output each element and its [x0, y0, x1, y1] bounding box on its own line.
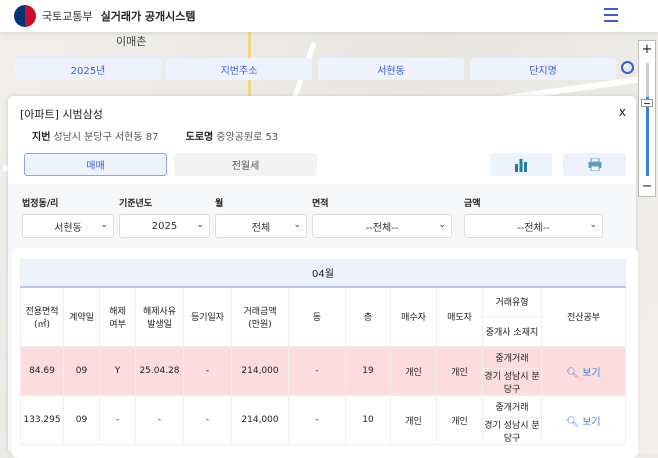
site-title[interactable]: 실거래가 공개시스템 [101, 8, 196, 24]
search-detail-icon: 🔍︎ [566, 367, 583, 379]
price-value: --전체-- [517, 222, 550, 234]
chevron-down-icon: ⌄ [438, 220, 446, 230]
table-row: 133.295 09 - - - 214,000 - 10 개인 개인 중개거래… [20, 395, 626, 445]
filter-label-dong: 법정동/리 [22, 199, 59, 209]
search-detail-icon: 🔍︎ [566, 416, 583, 428]
dong-select[interactable]: 서현동 ⌄ [22, 214, 114, 238]
road-value: 중앙공원로 53 [216, 132, 279, 143]
map-label: 이매촌 [116, 35, 147, 48]
cell-deal-type: 중개거래 [482, 346, 542, 369]
jibun-label: 지번 [32, 132, 51, 143]
cell-day: 09 [63, 395, 100, 445]
col-reg-date: 등기일자 [183, 286, 232, 347]
transactions-card: 04월 전용면적 (㎡) 계약일 해제 여부 해제사유 발생일 등기일자 거래금… [12, 248, 638, 458]
zoom-slider[interactable] [646, 63, 649, 176]
col-agent-location: 중개사 소재지 [482, 316, 542, 347]
view-label: 보기 [582, 367, 601, 379]
cell-seller: 개인 [436, 395, 483, 445]
zoom-control[interactable]: + − [638, 40, 656, 197]
col-registry: 전산공부 [541, 286, 626, 347]
cell-floor: 10 [345, 395, 391, 445]
col-price: 거래금액 (만원) [231, 286, 289, 347]
search-dong[interactable]: 서현동 [318, 58, 464, 80]
cell-day: 09 [63, 346, 100, 396]
price-select[interactable]: --전체-- ⌄ [464, 214, 603, 238]
search-address-type[interactable]: 지번주소 [166, 58, 312, 80]
cell-floor: 19 [345, 346, 391, 396]
printer-icon [588, 158, 601, 171]
col-area: 전용면적 (㎡) [20, 286, 64, 347]
col-dong: 동 [288, 286, 346, 347]
dong-value: 서현동 [54, 222, 82, 234]
filter-label-year: 기준년도 [119, 199, 153, 209]
chevron-down-icon: ⌄ [589, 220, 597, 230]
cell-cancel-date: 25.04.28 [135, 346, 184, 396]
month-select[interactable]: 전체 ⌄ [215, 214, 307, 238]
cell-reg-date: - [183, 346, 232, 396]
search-year[interactable]: 2025년 [15, 58, 161, 80]
col-deal-type: 거래유형 [482, 286, 542, 317]
detail-panel: [아파트] 시범삼성 x 지번 성남시 분당구 서현동 87 도로명 중앙공원로 5… [8, 96, 638, 458]
address-line: 지번 성남시 분당구 서현동 87 도로명 중앙공원로 53 [32, 128, 278, 143]
col-seller: 매도자 [436, 286, 483, 347]
print-button[interactable] [563, 153, 626, 176]
filter-label-price: 금액 [464, 199, 481, 209]
month-value: 전체 [251, 222, 271, 234]
cell-agent-location: 경기 성남시 분당구 [482, 368, 542, 396]
col-day: 계약일 [63, 286, 100, 347]
zoom-in-button[interactable]: + [639, 41, 655, 59]
col-buyer: 매수자 [390, 286, 437, 347]
chevron-down-icon: ⌄ [100, 220, 108, 230]
jibun-value: 성남시 분당구 서현동 87 [53, 132, 159, 143]
area-select[interactable]: --전체-- ⌄ [312, 214, 452, 238]
bar-chart-icon [515, 158, 527, 172]
cell-dong: - [288, 395, 346, 445]
cell-dong: - [288, 346, 346, 396]
view-registry-button[interactable]: 🔍︎ 보기 [541, 346, 626, 396]
panel-title: [아파트] 시범삼성 [20, 108, 103, 121]
filter-label-month: 월 [215, 199, 224, 209]
cell-cancel: Y [99, 346, 136, 396]
chevron-down-icon: ⌄ [293, 220, 301, 230]
cell-seller: 개인 [436, 346, 483, 396]
col-cancel: 해제 여부 [99, 286, 136, 347]
view-label: 보기 [582, 416, 601, 428]
col-cancel-date: 해제사유 발생일 [135, 286, 184, 347]
year-select[interactable]: 2025 ⌄ [119, 214, 210, 238]
zoom-slider-handle[interactable] [641, 99, 653, 107]
close-button[interactable]: x [619, 105, 626, 119]
cell-area: 84.69 [20, 346, 64, 396]
cell-agent-location: 경기 성남시 분당구 [482, 417, 542, 445]
col-floor: 층 [345, 286, 391, 347]
transactions-table: 04월 전용면적 (㎡) 계약일 해제 여부 해제사유 발생일 등기일자 거래금… [20, 259, 626, 445]
month-header: 04월 [20, 259, 626, 288]
table-row: 84.69 09 Y 25.04.28 - 214,000 - 19 개인 개인… [20, 346, 626, 396]
tab-rent[interactable]: 전월세 [174, 153, 317, 176]
chevron-down-icon: ⌄ [196, 220, 204, 230]
cell-buyer: 개인 [390, 346, 437, 396]
cell-cancel: - [99, 395, 136, 445]
filter-label-area: 면적 [312, 199, 329, 209]
cell-deal-type: 중개거래 [482, 395, 542, 418]
org-name: 국토교통부 [42, 10, 93, 23]
cell-reg-date: - [183, 395, 232, 445]
zoom-out-button[interactable]: − [639, 178, 655, 196]
year-value: 2025 [151, 220, 178, 232]
government-logo [14, 5, 36, 27]
area-value: --전체-- [365, 222, 399, 234]
cell-price: 214,000 [231, 346, 289, 396]
header: 국토교통부 실거래가 공개시스템 [0, 0, 658, 32]
chart-button[interactable] [490, 153, 552, 176]
cell-cancel-date: - [135, 395, 184, 445]
cell-price: 214,000 [231, 395, 289, 445]
road-label: 도로명 [185, 132, 214, 143]
cell-area: 133.295 [20, 395, 64, 445]
tab-sale[interactable]: 매매 [24, 153, 167, 176]
hamburger-menu-icon[interactable] [604, 8, 618, 22]
view-registry-button[interactable]: 🔍︎ 보기 [541, 395, 626, 445]
search-icon[interactable] [621, 61, 634, 74]
cell-buyer: 개인 [390, 395, 437, 445]
search-complex[interactable]: 단지명 [470, 58, 616, 80]
